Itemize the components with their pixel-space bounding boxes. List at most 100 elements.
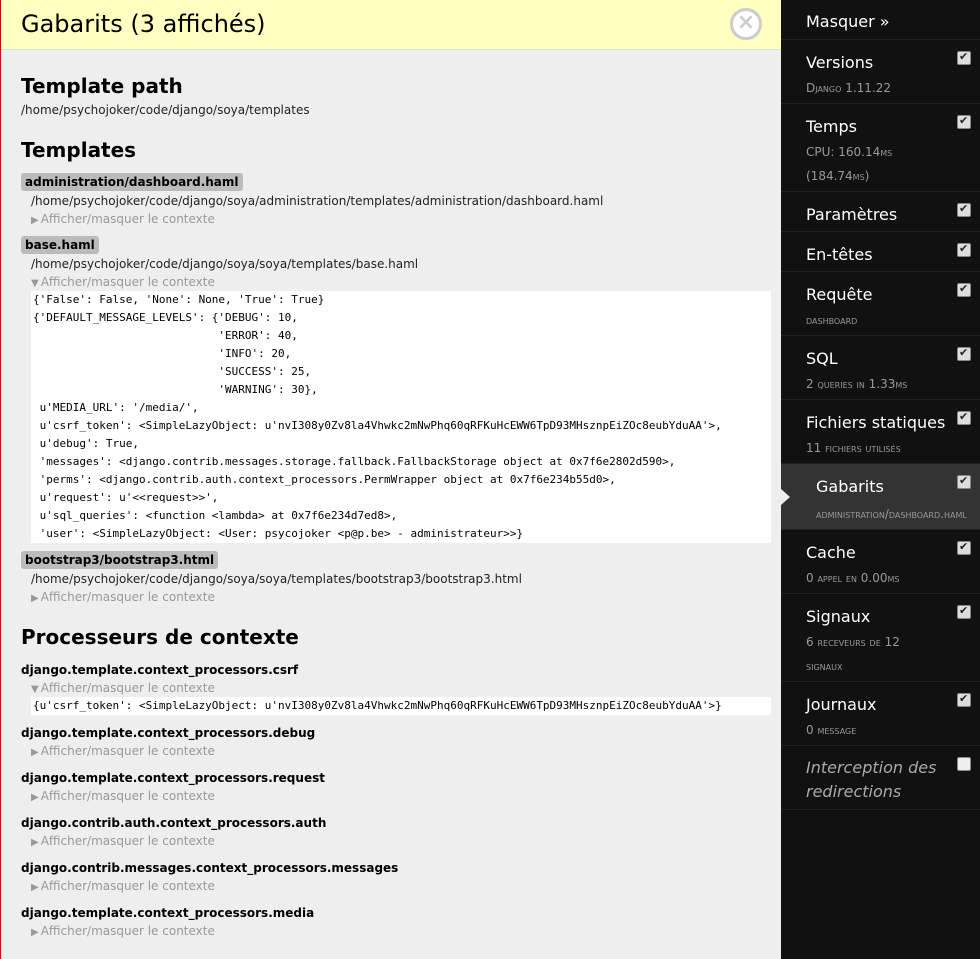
context-code-line: 'INFO': 20, xyxy=(33,347,292,360)
expand-arrow-icon: ▶ xyxy=(31,747,39,758)
templates-heading: Templates xyxy=(21,138,137,162)
sidebar-item-parametres[interactable]: Paramètres xyxy=(781,192,980,232)
sidebar-item-temps[interactable]: Temps CPU: 160.14ms (184.74ms) xyxy=(781,104,980,192)
template-name: administration/dashboard.haml xyxy=(21,173,243,191)
templates-panel: Gabarits (3 affichés) Template path /hom… xyxy=(0,0,781,959)
sidebar-item-subtitle: signaux xyxy=(806,659,843,673)
sidebar-item-title: Requête xyxy=(806,285,873,304)
processor-name: django.contrib.auth.context_processors.a… xyxy=(21,816,327,830)
panel-checkbox[interactable] xyxy=(957,346,971,361)
panel-checkbox[interactable] xyxy=(957,540,971,555)
expand-arrow-icon: ▶ xyxy=(31,215,39,226)
context-toggle-label: Afficher/masquer le contexte xyxy=(40,834,215,848)
collapse-arrow-icon: ▼ xyxy=(31,684,39,695)
toolbar-sidebar: Masquer » Versions Django 1.11.22 Temps … xyxy=(781,0,980,959)
context-code-line: u'request': u'<<request>>', xyxy=(33,491,219,504)
sidebar-item-subtitle: 0 appel en 0.00ms xyxy=(806,571,900,585)
context-code-line: u'debug': True, xyxy=(33,437,139,450)
panel-checkbox[interactable] xyxy=(957,282,971,297)
context-toggle[interactable]: ▶ Afficher/masquer le contexte xyxy=(31,212,215,226)
sidebar-item-title: Paramètres xyxy=(806,205,898,224)
context-toggle-label: Afficher/masquer le contexte xyxy=(40,275,215,289)
sidebar-item-sql[interactable]: SQL 2 queries in 1.33ms xyxy=(781,336,980,400)
sidebar-item-subtitle: Django 1.11.22 xyxy=(806,81,892,95)
sidebar-item-subtitle: 11 fichiers utilisés xyxy=(806,441,901,455)
close-icon[interactable] xyxy=(730,8,762,40)
sidebar-item-subtitle: 2 queries in 1.33ms xyxy=(806,377,908,391)
context-toggle[interactable]: ▶ Afficher/masquer le contexte xyxy=(31,834,215,848)
template-name: base.haml xyxy=(21,236,99,254)
panel-checkbox[interactable] xyxy=(957,202,971,217)
panel-checkbox[interactable] xyxy=(957,242,971,257)
sidebar-item-title: SQL xyxy=(806,349,838,368)
panel-checkbox[interactable] xyxy=(957,50,971,65)
sidebar-item-subtitle: administration/dashboard.haml xyxy=(816,507,967,521)
hide-toolbar-link[interactable]: Masquer » xyxy=(806,12,890,31)
context-toggle-label: Afficher/masquer le contexte xyxy=(40,879,215,893)
sidebar-item-signaux[interactable]: Signaux 6 receveurs de 12 signaux xyxy=(781,594,980,682)
template-file-path: /home/psychojoker/code/django/soya/soya/… xyxy=(31,257,419,271)
context-code-line: 'WARNING': 30}, xyxy=(33,383,318,396)
sidebar-item-fichiers-statiques[interactable]: Fichiers statiques 11 fichiers utilisés xyxy=(781,400,980,464)
context-code-line: 'user': <SimpleLazyObject: <User: psycoj… xyxy=(33,527,524,540)
template-path-heading: Template path xyxy=(21,74,183,98)
panel-checkbox[interactable] xyxy=(957,474,971,489)
context-toggle[interactable]: ▶ Afficher/masquer le contexte xyxy=(31,590,215,604)
panel-title: Gabarits (3 affichés) xyxy=(21,10,266,38)
context-code-line: 'perms': <django.contrib.auth.context_pr… xyxy=(33,473,616,486)
template-file-path: /home/psychojoker/code/django/soya/soya/… xyxy=(31,572,522,586)
panel-checkbox[interactable] xyxy=(957,692,971,707)
context-toggle[interactable]: ▶ Afficher/masquer le contexte xyxy=(31,879,215,893)
sidebar-item-journaux[interactable]: Journaux 0 message xyxy=(781,682,980,746)
context-code-line: {'DEFAULT_MESSAGE_LEVELS': {'DEBUG': 10, xyxy=(33,311,298,324)
panel-header: Gabarits (3 affichés) xyxy=(1,0,781,50)
processor-name: django.template.context_processors.reque… xyxy=(21,771,325,785)
context-code-line: u'csrf_token': <SimpleLazyObject: u'nvI3… xyxy=(33,419,722,432)
sidebar-item-title: Fichiers statiques xyxy=(806,413,946,432)
sidebar-item-title: Temps xyxy=(806,117,857,136)
panel-checkbox[interactable] xyxy=(957,114,971,129)
context-toggle[interactable]: ▼ Afficher/masquer le contexte xyxy=(31,681,215,695)
context-code-line: 'SUCCESS': 25, xyxy=(33,365,312,378)
context-toggle-label: Afficher/masquer le contexte xyxy=(40,212,215,226)
context-toggle[interactable]: ▶ Afficher/masquer le contexte xyxy=(31,924,215,938)
sidebar-item-en-tetes[interactable]: En-têtes xyxy=(781,232,980,272)
expand-arrow-icon: ▶ xyxy=(31,927,39,938)
sidebar-item-requete[interactable]: Requête dashboard xyxy=(781,272,980,336)
sidebar-item-versions[interactable]: Versions Django 1.11.22 xyxy=(781,40,980,104)
panel-checkbox[interactable] xyxy=(957,604,971,619)
sidebar-item-title: Versions xyxy=(806,53,874,72)
context-toggle[interactable]: ▶ Afficher/masquer le contexte xyxy=(31,744,215,758)
expand-arrow-icon: ▶ xyxy=(31,593,39,604)
sidebar-item-title: Journaux xyxy=(806,695,877,714)
panel-checkbox[interactable] xyxy=(957,410,971,425)
processor-name: django.template.context_processors.csrf xyxy=(21,663,299,677)
template-file-path: /home/psychojoker/code/django/soya/admin… xyxy=(31,194,604,208)
context-toggle-label: Afficher/masquer le contexte xyxy=(40,590,215,604)
processor-name: django.contrib.messages.context_processo… xyxy=(21,861,399,875)
template-path-value: /home/psychojoker/code/django/soya/templ… xyxy=(21,103,310,117)
context-toggle-label: Afficher/masquer le contexte xyxy=(40,789,215,803)
sidebar-item-subtitle: dashboard xyxy=(806,313,858,327)
sidebar-item-cache[interactable]: Cache 0 appel en 0.00ms xyxy=(781,530,980,594)
context-code-line: u'sql_queries': <function <lambda> at 0x… xyxy=(33,509,398,522)
panel-checkbox[interactable] xyxy=(957,757,971,771)
processors-heading: Processeurs de contexte xyxy=(21,625,299,649)
sidebar-item-title: Cache xyxy=(806,543,856,562)
context-toggle[interactable]: ▶ Afficher/masquer le contexte xyxy=(31,789,215,803)
sidebar-item-subtitle: 0 message xyxy=(806,723,857,737)
context-code-line: u'MEDIA_URL': '/media/', xyxy=(33,401,199,414)
sidebar-item-title: Interception des redirections xyxy=(806,758,937,801)
sidebar-item-gabarits[interactable]: Gabarits administration/dashboard.haml xyxy=(781,464,980,530)
sidebar-item-subtitle: (184.74ms) xyxy=(806,169,870,183)
expand-arrow-icon: ▶ xyxy=(31,882,39,893)
context-toggle-label: Afficher/masquer le contexte xyxy=(40,744,215,758)
sidebar-item-interception-redirections[interactable]: Interception des redirections xyxy=(781,746,980,810)
sidebar-item-title: Signaux xyxy=(806,607,871,626)
sidebar-item-subtitle: 6 receveurs de 12 xyxy=(806,635,900,649)
context-toggle[interactable]: ▼ Afficher/masquer le contexte xyxy=(31,275,215,289)
context-code-line: 'ERROR': 40, xyxy=(33,329,298,342)
sidebar-item-title: Gabarits xyxy=(816,477,884,496)
collapse-arrow-icon: ▼ xyxy=(31,278,39,289)
processor-name: django.template.context_processors.media xyxy=(21,906,315,920)
